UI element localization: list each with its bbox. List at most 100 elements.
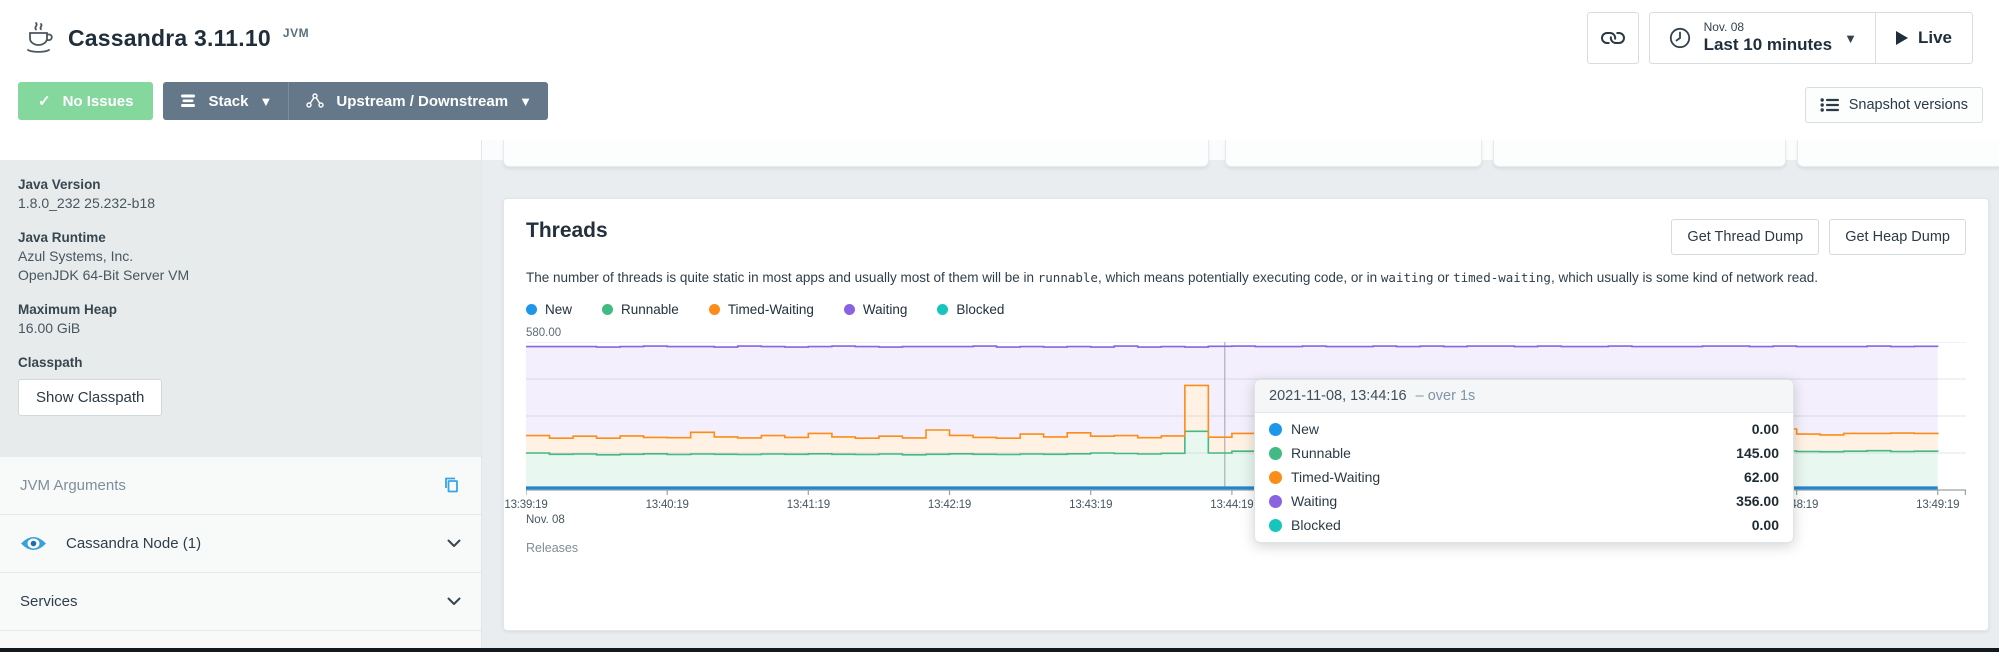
cassandra-eye-icon [20,534,47,553]
legend-dot [709,304,720,315]
legend-dot [844,304,855,315]
copy-icon[interactable] [441,475,461,495]
tooltip-header: 2021-11-08, 13:44:16 – over 1s [1255,380,1793,413]
time-live-group: Nov. 08 Last 10 minutes ▼ Live [1649,12,1973,64]
info-block: Java RuntimeAzul Systems, Inc.OpenJDK 64… [18,230,463,285]
legend-item-timed-waiting[interactable]: Timed-Waiting [709,302,814,317]
top-band: Cassandra 3.11.10 JVM [0,0,1999,140]
legend-label: Runnable [621,302,679,317]
show-classpath-button[interactable]: Show Classpath [18,379,162,416]
sidebar-item-label: JVM Arguments [20,477,126,494]
legend-item-runnable[interactable]: Runnable [602,302,679,317]
chevron-down-icon: ▼ [1844,31,1857,46]
snapshot-versions-label: Snapshot versions [1849,97,1968,113]
tooltip-row-runnable: Runnable 145.00 [1255,441,1793,465]
description-text: The number of threads is quite static in… [526,270,1038,285]
sidebar-item-cassandra-node-1[interactable]: Cassandra Node (1) [0,515,481,573]
chevron-down-icon [447,539,461,548]
stack-upstream-group: Stack ▼ Upstream / Downstream ▼ [163,82,548,120]
threads-description: The number of threads is quite static in… [526,268,1966,288]
info-value: 1.8.0_232 25.232-b18 [18,194,463,213]
info-label: Java Runtime [18,230,463,245]
releases-label: Releases [526,541,1966,555]
tooltip-series-dot [1269,447,1282,460]
info-label: Java Version [18,177,463,192]
description-text: , which usually is some kind of network … [1551,270,1818,285]
info-value: 16.00 GiB [18,319,463,338]
page-title: Cassandra 3.11.10 [68,25,271,52]
tooltip-row-new: New0.00 [1255,417,1793,441]
threads-card-buttons: Get Thread Dump Get Heap Dump [1671,219,1966,255]
no-issues-label: No Issues [63,93,134,110]
legend-label: New [545,302,572,317]
chart-tooltip: 2021-11-08, 13:44:16 – over 1s New0.00Ru… [1254,379,1794,543]
y-axis-top-label: 580.00 [526,327,1966,339]
x-axis-date-label: Nov. 08 [526,514,565,526]
no-issues-button[interactable]: ✓ No Issues [18,82,153,120]
chevron-down-icon: ▼ [519,94,532,109]
sidebar-item-jvm-arguments[interactable]: JVM Arguments [0,457,481,515]
x-tick-label: 13:43:19 [1069,499,1112,511]
java-cup-icon [24,21,54,55]
sidebar-item-services[interactable]: Services [0,573,481,631]
chart-legend: New Runnable Timed-Waiting Waiting Blocked [526,302,1966,317]
jvm-tag: JVM [283,26,309,40]
tooltip-duration: – over 1s [1416,388,1476,404]
share-link-button[interactable] [1587,12,1639,64]
legend-item-blocked[interactable]: Blocked [937,302,1004,317]
info-block: Java Version 1.8.0_232 25.232-b18 [18,177,463,213]
stack-button[interactable]: Stack ▼ [163,82,288,120]
legend-label: Timed-Waiting [728,302,814,317]
snapshot-versions-button[interactable]: Snapshot versions [1805,87,1983,123]
tooltip-series-dot [1269,495,1282,508]
card-stub [1493,140,1786,167]
tooltip-series-dot [1269,423,1282,436]
legend-dot [526,304,537,315]
x-tick-label: 13:42:19 [928,499,971,511]
get-thread-dump-button[interactable]: Get Thread Dump [1671,219,1819,255]
info-block: Maximum Heap 16.00 GiB [18,302,463,338]
thread-state-term: timed-waiting [1453,270,1551,285]
thread-state-term: runnable [1038,270,1098,285]
tooltip-rows: New0.00 Runnable 145.00 Timed-Waiting 62.00 W… [1255,413,1793,542]
tooltip-series-name: Timed-Waiting [1291,469,1380,485]
tooltip-row-waiting: Waiting356.00 [1255,489,1793,513]
tooltip-series-name: Runnable [1291,445,1351,461]
info-value: Azul Systems, Inc. [18,247,463,266]
header: Cassandra 3.11.10 JVM [0,0,1999,76]
legend-item-new[interactable]: New [526,302,572,317]
check-icon: ✓ [38,92,51,110]
legend-item-waiting[interactable]: Waiting [844,302,908,317]
tooltip-series-dot [1269,519,1282,532]
description-text: , which means potentially executing code… [1098,270,1381,285]
window-bottom-edge [0,648,1999,652]
upstream-downstream-label: Upstream / Downstream [336,93,508,110]
tooltip-series-value: 62.00 [1744,469,1779,485]
card-stub [1225,140,1482,167]
sidebar-item-label: Services [20,593,78,610]
x-tick-label: 13:49:19 [1916,499,1959,511]
main-content: Threads Get Thread Dump Get Heap Dump Th… [482,140,1999,648]
info-label: Maximum Heap [18,302,463,317]
chevron-down-icon [447,597,461,606]
stack-label: Stack [208,93,248,110]
info-block: Classpath Show Classpath [18,355,463,416]
legend-label: Blocked [956,302,1004,317]
x-tick-label: 13:44:19 [1210,499,1253,511]
tooltip-series-value: 145.00 [1736,445,1779,461]
legend-dot [602,304,613,315]
chevron-down-icon: ▼ [259,94,272,109]
info-label: Classpath [18,355,463,370]
get-heap-dump-button[interactable]: Get Heap Dump [1829,219,1966,255]
toolbar: ✓ No Issues Stack ▼ [0,76,1999,126]
threads-card: Threads Get Thread Dump Get Heap Dump Th… [503,198,1989,631]
live-button[interactable]: Live [1875,13,1972,63]
legend-dot [937,304,948,315]
x-tick-label: 13:40:19 [646,499,689,511]
time-range-button[interactable]: Nov. 08 Last 10 minutes ▼ [1650,13,1875,63]
tooltip-series-dot [1269,471,1282,484]
thread-state-term: waiting [1381,270,1434,285]
upstream-downstream-button[interactable]: Upstream / Downstream ▼ [288,82,548,120]
time-range-label: Last 10 minutes [1704,35,1833,55]
time-range-texts: Nov. 08 Last 10 minutes [1704,21,1833,54]
